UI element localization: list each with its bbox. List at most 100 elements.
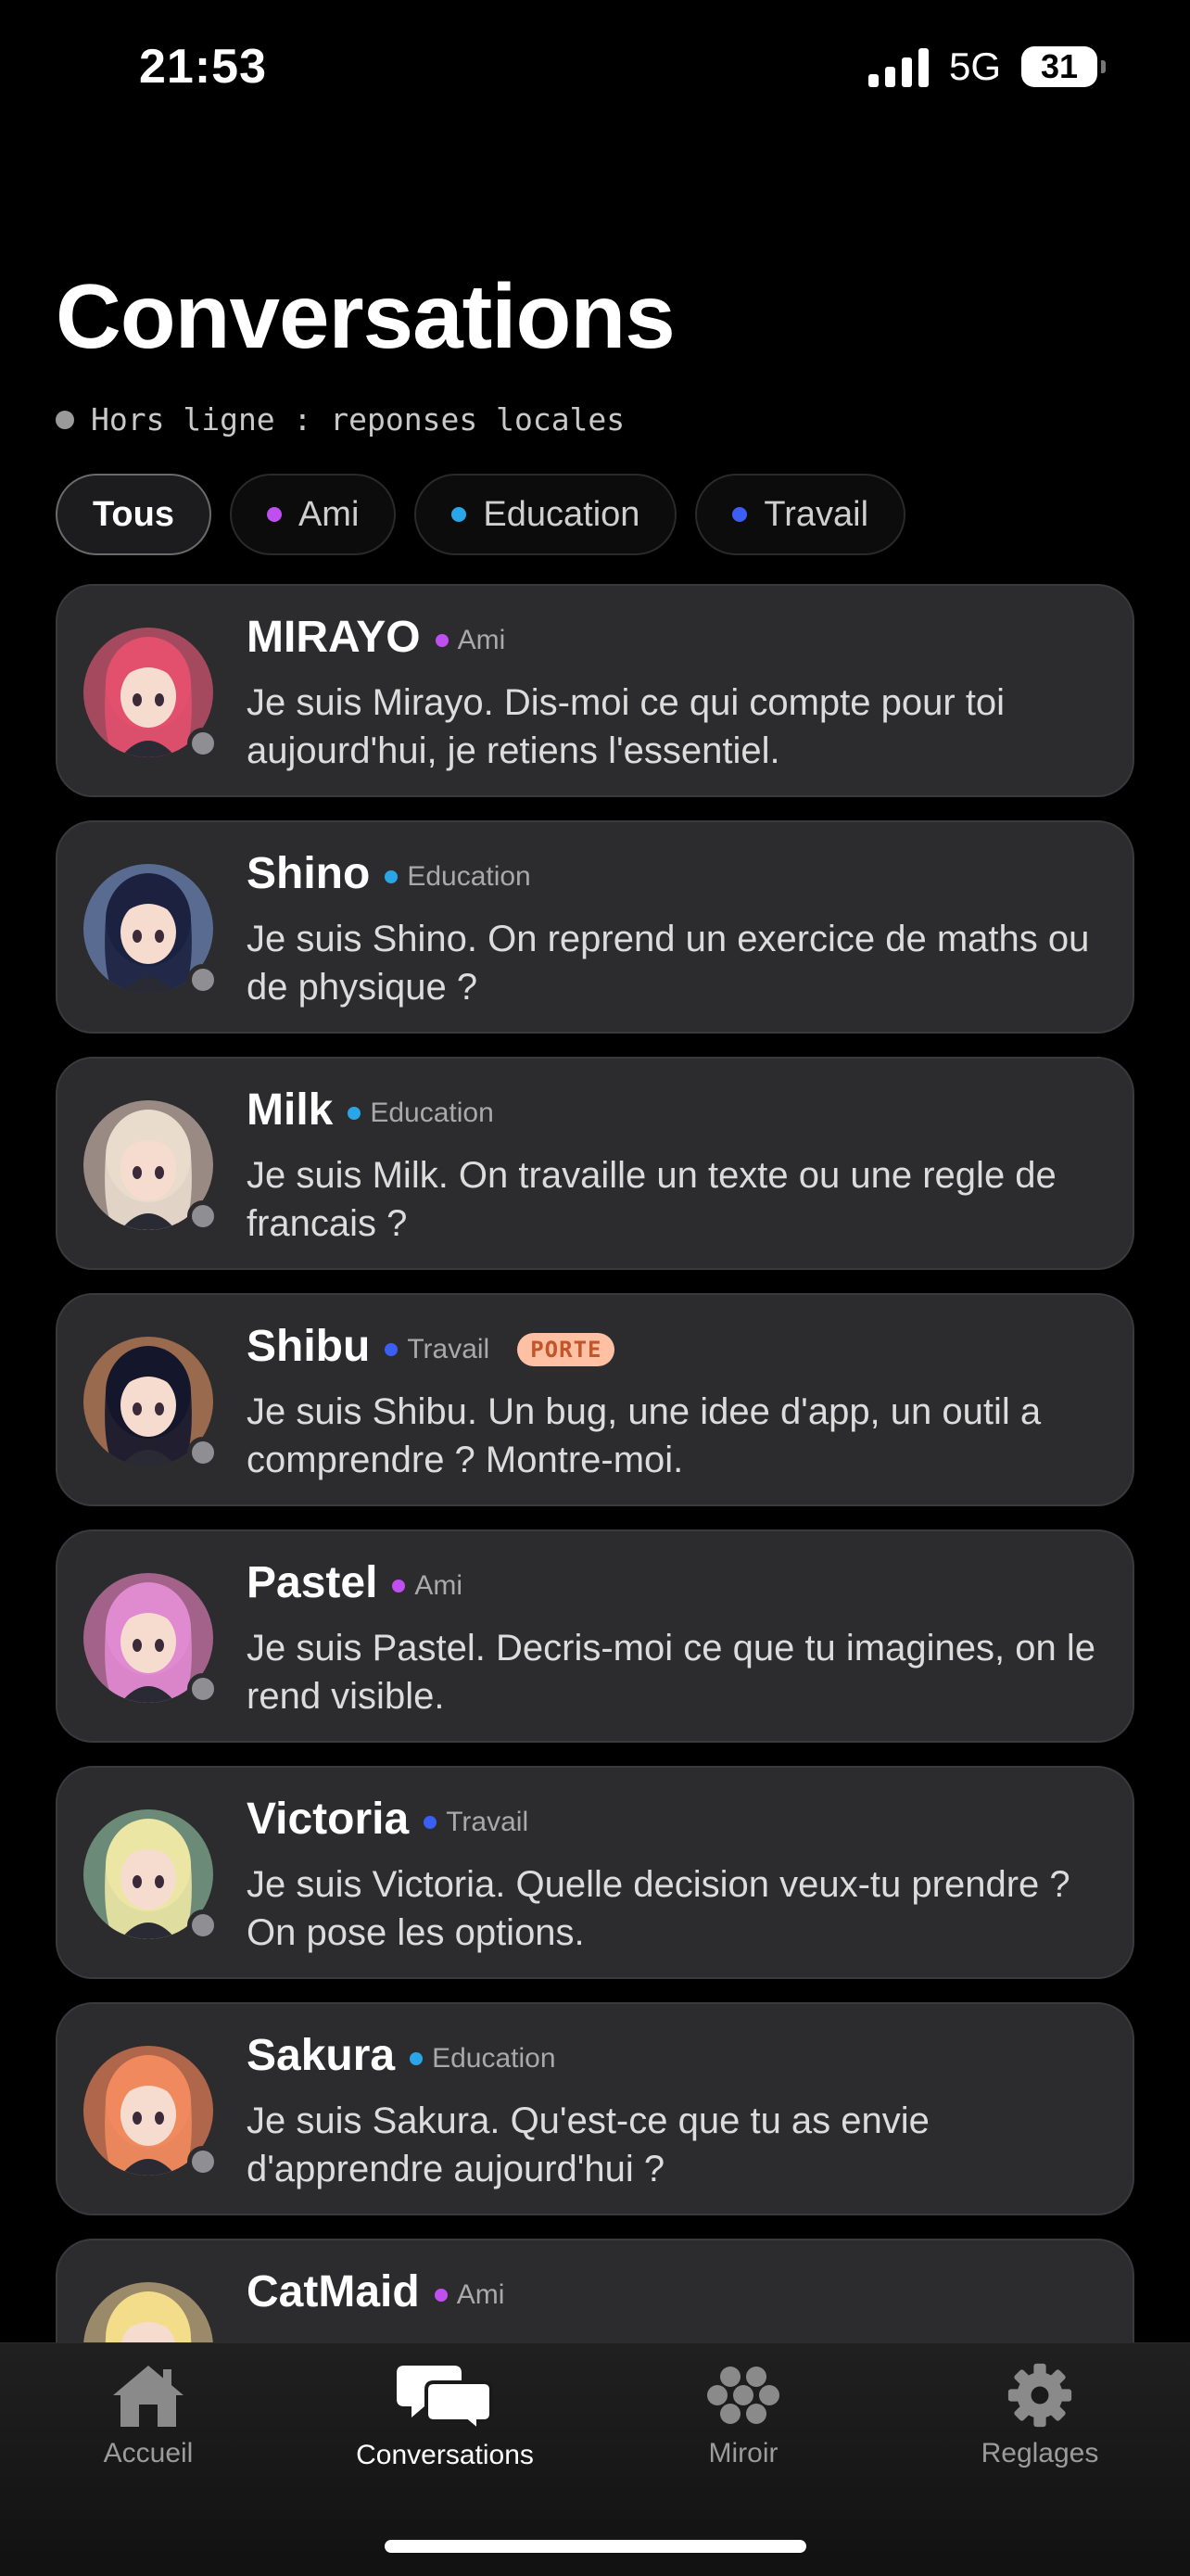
conversation-name: Milk	[247, 1085, 334, 1135]
filter-chip-ami[interactable]: Ami	[229, 474, 397, 555]
presence-indicator	[187, 1910, 219, 1941]
filter-chip-label: Education	[483, 494, 640, 534]
status-badge: PORTE	[517, 1332, 615, 1366]
tab-label: Reglages	[981, 2438, 1099, 2468]
status-indicators: 5G 31	[867, 44, 1106, 89]
filter-chip-label: Travail	[764, 494, 869, 534]
filter-chip-tous[interactable]: Tous	[56, 474, 211, 555]
presence-indicator	[187, 1437, 219, 1468]
filter-chip-label: Ami	[298, 494, 360, 534]
avatar	[83, 2046, 219, 2177]
card-header: Shino Education	[247, 848, 531, 899]
avatar	[83, 864, 219, 996]
conversation-card[interactable]: Sakura Education Je suis Sakura. Qu'est-ce…	[56, 2002, 1134, 2215]
category-dot-icon	[392, 1579, 406, 1593]
conversation-preview: Je suis Sakura. Qu'est-ce que tu as envi…	[247, 2100, 930, 2189]
conversation-preview: Je suis Shino. On reprend un exercice de…	[247, 919, 1090, 1008]
filter-chip-label: Tous	[93, 494, 174, 534]
offline-dot-icon	[56, 410, 74, 429]
status-time: 21:53	[139, 40, 267, 94]
category-label: Ami	[457, 624, 506, 655]
card-header: Milk Education	[247, 1085, 494, 1136]
network-label: 5G	[948, 44, 1001, 88]
conversation-card[interactable]: MIRAYO Ami Je suis Mirayo. Dis-moi ce qui …	[56, 584, 1134, 797]
category-dot-icon	[410, 2051, 424, 2065]
card-header: Victoria Travail	[247, 1794, 528, 1845]
conversation-card[interactable]: Milk Education Je suis Milk. On travaille …	[56, 1057, 1134, 1270]
offline-status-text: Hors ligne : reponses locales	[91, 401, 626, 438]
card-header: MIRAYO Ami	[247, 612, 505, 663]
filter-chip-travail[interactable]: Travail	[695, 474, 906, 555]
category-label: Education	[432, 2042, 556, 2074]
category-tag: Ami	[435, 624, 506, 656]
category-tag: Ami	[434, 2278, 505, 2311]
category-dot-icon	[732, 507, 748, 522]
tab-conversations[interactable]: Conversations	[324, 2362, 565, 2471]
conversation-preview: Je suis Mirayo. Dis-moi ce qui compte po…	[247, 682, 1006, 771]
conversation-preview: Je suis Milk. On travaille un texte ou u…	[247, 1155, 1057, 1244]
presence-indicator	[187, 964, 219, 996]
home-icon	[113, 2366, 184, 2427]
category-tag: Travail	[424, 1807, 528, 1838]
category-dot-icon	[266, 507, 282, 522]
category-label: Travail	[407, 1333, 490, 1364]
conversation-card[interactable]: Pastel Ami Je suis Pastel. Decris-moi ce q…	[56, 1529, 1134, 1743]
category-tag: Education	[385, 860, 531, 893]
conversation-preview: Je suis Shibu. Un bug, une idee d'app, u…	[247, 1391, 1042, 1480]
tab-label: Accueil	[103, 2438, 194, 2468]
conversation-card[interactable]: Victoria Travail Je suis Victoria. Quelle …	[56, 1766, 1134, 1979]
category-label: Ami	[456, 2278, 505, 2310]
presence-indicator	[187, 1200, 219, 1232]
gear-icon	[1007, 2363, 1072, 2428]
category-dot-icon	[385, 1342, 399, 1356]
flower-icon	[707, 2367, 779, 2424]
avatar	[83, 1573, 219, 1705]
category-dot-icon	[424, 1815, 437, 1829]
battery-level: 31	[1040, 47, 1079, 85]
conversation-name: Victoria	[247, 1795, 410, 1844]
card-header: Sakura Education	[247, 2030, 556, 2081]
avatar	[83, 1100, 219, 1232]
card-header: Pastel Ami	[247, 1557, 462, 1608]
category-dot-icon	[385, 869, 399, 883]
page-title: Conversations	[56, 265, 676, 367]
conversation-card[interactable]: Shino Education Je suis Shino. On reprend …	[56, 820, 1134, 1034]
tab-accueil[interactable]: Accueil	[28, 2362, 269, 2469]
status-bar: 21:53 5G 31	[0, 0, 1190, 139]
filter-chips: Tous Ami Education Travail	[56, 474, 906, 555]
tab-label: Conversations	[356, 2440, 534, 2470]
presence-indicator	[187, 728, 219, 759]
home-indicator[interactable]	[385, 2540, 806, 2553]
conversation-name: Shibu	[247, 1322, 371, 1371]
chat-bubbles-icon	[397, 2366, 493, 2430]
conversation-name: Pastel	[247, 1558, 378, 1607]
conversation-list: MIRAYO Ami Je suis Mirayo. Dis-moi ce qui …	[56, 584, 1134, 2475]
avatar	[83, 1809, 219, 1941]
signal-icon	[867, 46, 929, 87]
tab-reglages[interactable]: Reglages	[919, 2362, 1160, 2469]
avatar	[83, 1337, 219, 1468]
conversation-name: Sakura	[247, 2031, 396, 2080]
category-label: Education	[407, 860, 531, 892]
category-label: Ami	[414, 1569, 463, 1601]
category-dot-icon	[451, 507, 467, 522]
category-dot-icon	[434, 2288, 448, 2302]
tab-label: Miroir	[708, 2438, 779, 2468]
category-tag: Ami	[392, 1570, 462, 1602]
category-tag: Education	[410, 2042, 556, 2075]
category-label: Education	[370, 1097, 494, 1128]
card-header: CatMaid Ami	[247, 2266, 504, 2317]
category-tag: Education	[348, 1097, 494, 1129]
conversation-name: MIRAYO	[247, 613, 421, 662]
conversation-card[interactable]: Shibu Travail PORTE Je suis Shibu. Un bug, …	[56, 1293, 1134, 1506]
conversation-preview: Je suis Victoria. Quelle decision veux-t…	[247, 1864, 1070, 1953]
category-dot-icon	[348, 1106, 361, 1120]
filter-chip-education[interactable]: Education	[414, 474, 677, 555]
presence-indicator	[187, 2146, 219, 2177]
conversation-name: CatMaid	[247, 2267, 420, 2316]
tab-miroir[interactable]: Miroir	[623, 2362, 864, 2469]
battery-icon: 31	[1021, 46, 1106, 87]
category-label: Travail	[446, 1806, 529, 1837]
card-header: Shibu Travail PORTE	[247, 1321, 615, 1372]
avatar	[83, 628, 219, 759]
